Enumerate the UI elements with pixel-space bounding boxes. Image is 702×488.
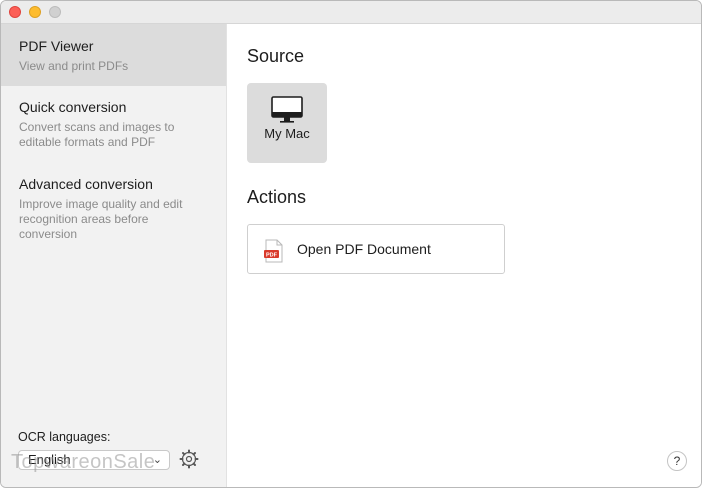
sidebar-item-title: Advanced conversion [19, 176, 153, 192]
source-tile-label: My Mac [264, 126, 310, 141]
sidebar-item-description: Improve image quality and edit recogniti… [19, 197, 183, 241]
action-label: Open PDF Document [297, 241, 431, 257]
pdf-file-icon: PDF [264, 239, 283, 263]
minimize-window-button[interactable] [29, 6, 41, 18]
maximize-window-button[interactable] [49, 6, 61, 18]
ocr-languages-label: OCR languages: [18, 430, 111, 444]
app-window: PDF Viewer View and print PDFs Quick con… [0, 0, 702, 488]
sidebar: PDF Viewer View and print PDFs Quick con… [1, 24, 227, 487]
main-panel: Source My Mac Actions PDF Open PDF Docum… [227, 24, 701, 487]
monitor-icon [271, 96, 303, 123]
sidebar-item-pdf-viewer[interactable]: PDF Viewer View and print PDFs [1, 24, 226, 86]
ocr-language-value: English [28, 452, 71, 467]
sidebar-item-title: PDF Viewer [19, 38, 94, 54]
svg-text:PDF: PDF [266, 252, 278, 258]
close-window-button[interactable] [9, 6, 21, 18]
sidebar-item-description: View and print PDFs [19, 59, 129, 73]
gear-icon[interactable] [179, 449, 199, 469]
help-button[interactable]: ? [667, 451, 687, 471]
sidebar-item-quick-conversion[interactable]: Quick conversion Convert scans and image… [1, 86, 226, 163]
title-bar [1, 1, 701, 24]
open-pdf-document-button[interactable]: PDF Open PDF Document [247, 224, 505, 274]
ocr-language-select[interactable]: English ⌄ [18, 450, 170, 470]
sidebar-item-title: Quick conversion [19, 99, 127, 115]
sidebar-item-description: Convert scans and images to editable for… [19, 120, 175, 149]
chevron-down-icon: ⌄ [152, 454, 162, 466]
sidebar-item-advanced-conversion[interactable]: Advanced conversion Improve image qualit… [1, 163, 226, 255]
source-heading: Source [247, 46, 305, 66]
source-my-mac-tile[interactable]: My Mac [247, 83, 327, 163]
actions-heading: Actions [247, 187, 307, 207]
